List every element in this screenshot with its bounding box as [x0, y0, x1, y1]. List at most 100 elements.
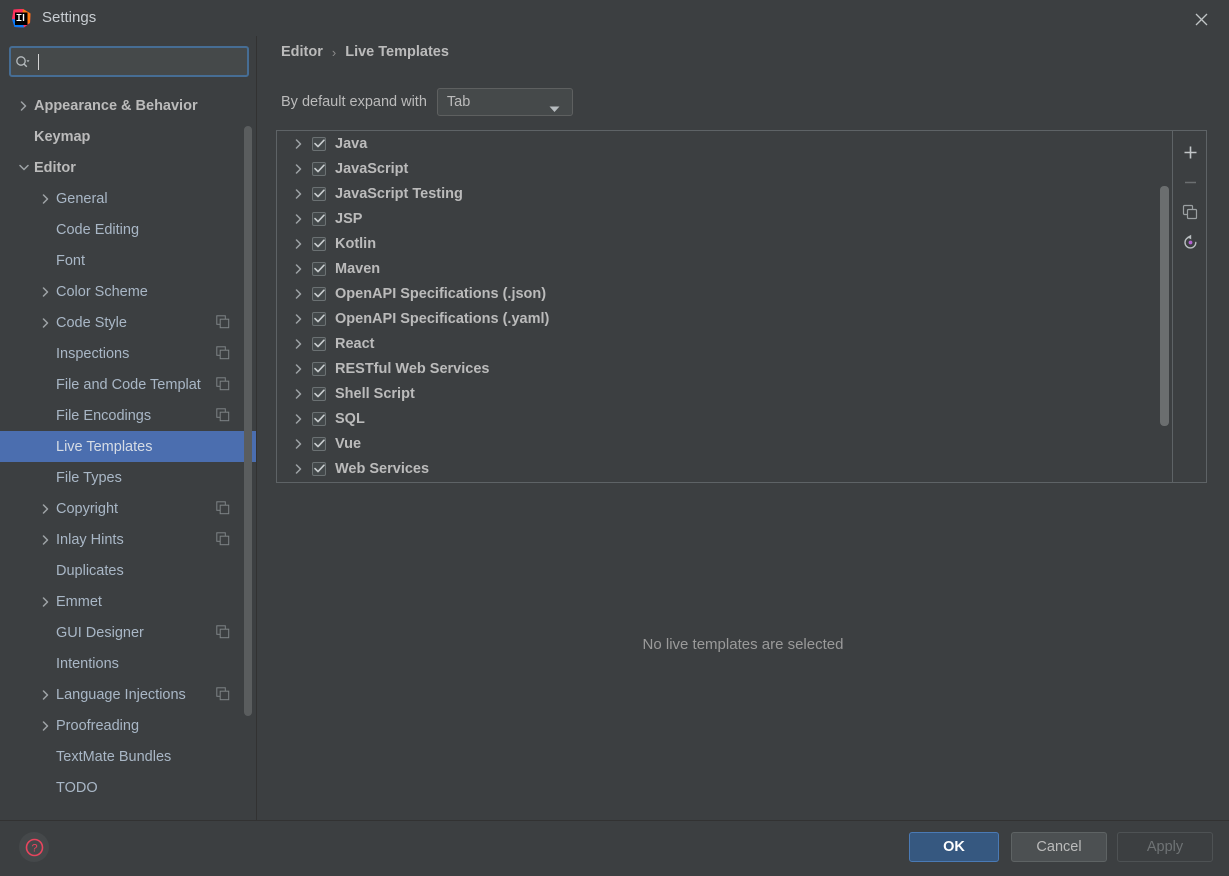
chevron-right-icon[interactable]	[289, 131, 309, 156]
chevron-down-icon[interactable]	[14, 152, 34, 183]
template-group-checkbox[interactable]	[312, 336, 326, 351]
cancel-button[interactable]: Cancel	[1011, 832, 1107, 862]
help-icon[interactable]: ?	[19, 832, 49, 862]
live-templates-listbox: Java JavaScript JavaScript Testing JSP Kotli…	[276, 130, 1207, 483]
search-field[interactable]	[9, 46, 249, 77]
restore-defaults-button[interactable]	[1173, 227, 1207, 257]
sidebar-item-file-and-code-templat[interactable]: File and Code Templat	[0, 369, 256, 400]
chevron-right-icon[interactable]	[289, 406, 309, 431]
sidebar-item-intentions[interactable]: Intentions	[0, 648, 256, 679]
sidebar-item-gui-designer[interactable]: GUI Designer	[0, 617, 256, 648]
sidebar-item-language-injections[interactable]: Language Injections	[0, 679, 256, 710]
chevron-right-icon[interactable]	[289, 381, 309, 406]
template-group-row[interactable]: SQL	[277, 406, 1173, 431]
chevron-right-icon[interactable]	[36, 493, 56, 524]
sidebar-item-color-scheme[interactable]: Color Scheme	[0, 276, 256, 307]
search-icon	[11, 48, 35, 75]
sidebar-item-copyright[interactable]: Copyright	[0, 493, 256, 524]
sidebar-item-live-templates[interactable]: Live Templates	[0, 431, 256, 462]
sidebar-item-label: TODO	[56, 779, 98, 796]
sidebar-scrollbar-thumb[interactable]	[244, 126, 252, 716]
sidebar-item-textmate-bundles[interactable]: TextMate Bundles	[0, 741, 256, 772]
template-group-label: Vue	[335, 435, 362, 452]
list-scrollbar-thumb[interactable]	[1160, 186, 1169, 426]
template-group-row[interactable]: RESTful Web Services	[277, 356, 1173, 381]
sidebar-item-inlay-hints[interactable]: Inlay Hints	[0, 524, 256, 555]
add-template-button[interactable]	[1173, 137, 1207, 167]
sidebar-item-emmet[interactable]: Emmet	[0, 586, 256, 617]
sidebar-item-code-editing[interactable]: Code Editing	[0, 214, 256, 245]
copy-settings-icon	[216, 377, 230, 391]
chevron-right-icon[interactable]	[36, 276, 56, 307]
chevron-right-icon[interactable]	[289, 356, 309, 381]
chevron-right-icon[interactable]	[36, 183, 56, 214]
live-templates-tree[interactable]: Java JavaScript JavaScript Testing JSP Kotli…	[277, 131, 1173, 482]
sidebar-item-proofreading[interactable]: Proofreading	[0, 710, 256, 741]
chevron-right-icon[interactable]	[289, 181, 309, 206]
template-group-checkbox[interactable]	[312, 411, 326, 426]
template-group-row[interactable]: Web Services	[277, 456, 1173, 481]
template-group-row[interactable]: OpenAPI Specifications (.yaml)	[277, 306, 1173, 331]
template-group-row[interactable]: Java	[277, 131, 1173, 156]
duplicate-template-button[interactable]	[1173, 197, 1207, 227]
chevron-right-icon[interactable]	[289, 156, 309, 181]
chevron-right-icon[interactable]	[36, 307, 56, 338]
chevron-right-icon[interactable]	[14, 90, 34, 121]
template-group-checkbox[interactable]	[312, 386, 326, 401]
chevron-right-icon[interactable]	[289, 431, 309, 456]
chevron-right-icon[interactable]	[36, 710, 56, 741]
settings-dialog: Settings Appearance & Behavior Keymap Edit…	[0, 0, 1229, 876]
template-group-checkbox[interactable]	[312, 136, 326, 151]
template-group-row[interactable]: Shell Script	[277, 381, 1173, 406]
sidebar-item-editor[interactable]: Editor	[0, 152, 256, 183]
sidebar-item-label: Live Templates	[56, 438, 153, 455]
template-group-checkbox[interactable]	[312, 211, 326, 226]
template-group-row[interactable]: JSP	[277, 206, 1173, 231]
sidebar-item-duplicates[interactable]: Duplicates	[0, 555, 256, 586]
search-input[interactable]	[39, 48, 247, 75]
breadcrumb-parent[interactable]: Editor	[281, 44, 323, 60]
template-group-row[interactable]: JavaScript	[277, 156, 1173, 181]
sidebar-item-appearance-behavior[interactable]: Appearance & Behavior	[0, 90, 256, 121]
chevron-right-icon[interactable]	[289, 306, 309, 331]
sidebar-item-file-encodings[interactable]: File Encodings	[0, 400, 256, 431]
chevron-right-icon[interactable]	[289, 281, 309, 306]
chevron-right-icon[interactable]	[289, 206, 309, 231]
template-group-checkbox[interactable]	[312, 186, 326, 201]
chevron-right-icon[interactable]	[289, 331, 309, 356]
sidebar-item-general[interactable]: General	[0, 183, 256, 214]
sidebar-item-keymap[interactable]: Keymap	[0, 121, 256, 152]
chevron-right-icon[interactable]	[36, 586, 56, 617]
chevron-right-icon[interactable]	[289, 231, 309, 256]
template-group-checkbox[interactable]	[312, 311, 326, 326]
remove-template-button[interactable]	[1173, 167, 1207, 197]
template-group-checkbox[interactable]	[312, 286, 326, 301]
expand-with-dropdown[interactable]: Tab	[436, 88, 573, 116]
chevron-right-icon[interactable]	[36, 524, 56, 555]
template-group-checkbox[interactable]	[312, 236, 326, 251]
apply-button[interactable]: Apply	[1117, 832, 1213, 862]
chevron-right-icon[interactable]	[289, 256, 309, 281]
template-group-checkbox[interactable]	[312, 361, 326, 376]
ok-button[interactable]: OK	[909, 832, 999, 862]
template-group-row[interactable]: OpenAPI Specifications (.json)	[277, 281, 1173, 306]
sidebar-item-todo[interactable]: TODO	[0, 772, 256, 803]
template-group-row[interactable]: JavaScript Testing	[277, 181, 1173, 206]
chevron-right-icon[interactable]	[36, 679, 56, 710]
copy-settings-icon	[216, 501, 230, 515]
template-group-row[interactable]: React	[277, 331, 1173, 356]
template-group-checkbox[interactable]	[312, 461, 326, 476]
sidebar-item-file-types[interactable]: File Types	[0, 462, 256, 493]
template-group-row[interactable]: Kotlin	[277, 231, 1173, 256]
template-group-checkbox[interactable]	[312, 161, 326, 176]
settings-category-tree[interactable]: Appearance & Behavior Keymap Editor General…	[0, 90, 256, 820]
close-icon[interactable]	[1183, 6, 1219, 32]
template-group-checkbox[interactable]	[312, 436, 326, 451]
chevron-right-icon[interactable]	[289, 456, 309, 481]
template-group-checkbox[interactable]	[312, 261, 326, 276]
sidebar-item-font[interactable]: Font	[0, 245, 256, 276]
template-group-row[interactable]: Vue	[277, 431, 1173, 456]
template-group-row[interactable]: Maven	[277, 256, 1173, 281]
sidebar-item-inspections[interactable]: Inspections	[0, 338, 256, 369]
sidebar-item-code-style[interactable]: Code Style	[0, 307, 256, 338]
